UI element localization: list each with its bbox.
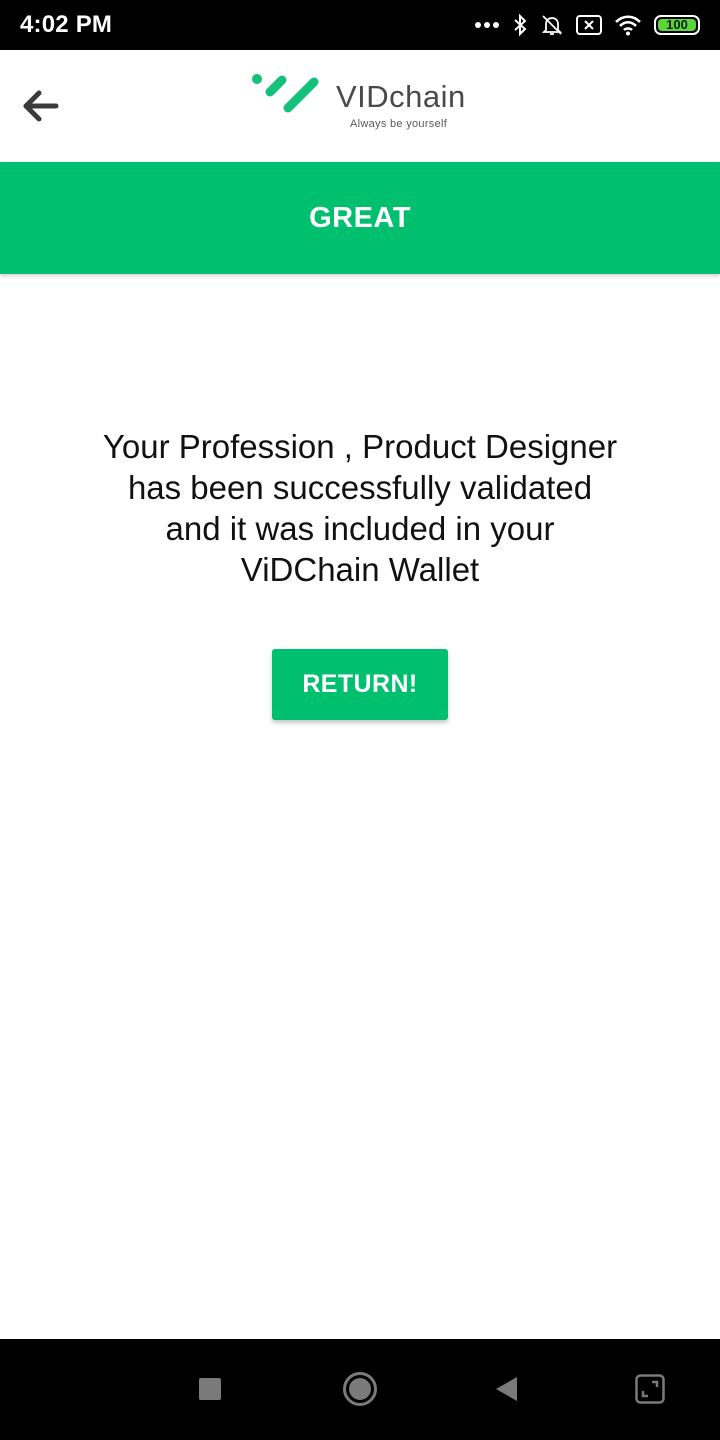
status-icons: 100 bbox=[474, 10, 700, 40]
return-button[interactable]: RETURN! bbox=[272, 649, 448, 720]
bell-muted-icon bbox=[540, 13, 564, 37]
screenshot-icon[interactable] bbox=[630, 1369, 670, 1409]
status-bar: 4:02 PM 100 bbox=[0, 0, 720, 50]
wifi-icon bbox=[614, 14, 642, 36]
logo-tagline: Always be yourself bbox=[350, 118, 448, 130]
status-time: 4:02 PM bbox=[20, 11, 113, 38]
logo-wordmark: VIDchain bbox=[336, 79, 466, 114]
vidchain-logo: VIDchain Always be yourself bbox=[250, 72, 480, 138]
battery-level: 100 bbox=[666, 17, 688, 32]
recents-square-icon[interactable] bbox=[190, 1369, 230, 1409]
validation-message: Your Profession , Product Designer has b… bbox=[102, 428, 618, 588]
system-nav-bar bbox=[0, 1339, 720, 1440]
battery-icon: 100 bbox=[654, 15, 700, 35]
back-button[interactable] bbox=[14, 80, 66, 132]
arrow-left-icon bbox=[23, 90, 59, 122]
bluetooth-icon bbox=[512, 13, 528, 37]
vidchain-logo-mark-icon bbox=[252, 74, 319, 113]
back-triangle-icon[interactable] bbox=[486, 1369, 526, 1409]
more-dots-icon bbox=[474, 21, 500, 29]
sim-off-icon bbox=[576, 15, 602, 35]
banner-title: GREAT bbox=[309, 201, 411, 234]
success-banner: GREAT bbox=[0, 162, 720, 274]
home-circle-icon[interactable] bbox=[340, 1369, 380, 1409]
app-header: VIDchain Always be yourself bbox=[0, 50, 720, 162]
